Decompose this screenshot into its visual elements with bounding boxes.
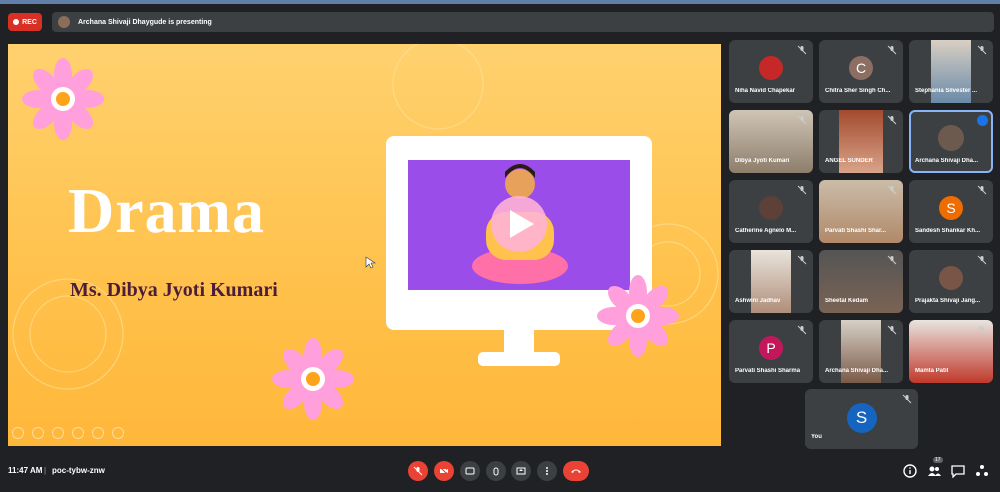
slide-tool-icon[interactable] <box>112 427 124 439</box>
presenter-banner: Archana Shivaji Dhaygude is presenting <box>52 12 994 32</box>
mic-off-icon <box>797 115 807 125</box>
slide-tool-icon[interactable] <box>92 427 104 439</box>
participant-name: Archana Shivaji Dha... <box>915 158 979 164</box>
participant-tile[interactable]: Prajakta Shivaji Jang... <box>909 250 993 313</box>
activities-icon[interactable] <box>975 464 989 478</box>
mic-off-icon <box>977 325 987 335</box>
participant-name: Mamta Patil <box>915 368 949 374</box>
mic-off-icon <box>887 255 897 265</box>
mic-off-icon <box>797 255 807 265</box>
participant-avatar: S <box>939 195 963 220</box>
participant-tile-active[interactable]: Archana Shivaji Dha... <box>909 110 993 173</box>
participant-name: Parvati Shashi Shar... <box>825 228 887 234</box>
mic-off-icon <box>977 45 987 55</box>
participant-photo <box>939 265 963 290</box>
participant-name: Sandesh Shankar Kh... <box>915 228 981 234</box>
participant-tile[interactable]: P Parvati Shashi Sharma <box>729 320 813 383</box>
mic-off-icon <box>887 325 897 335</box>
participant-avatar: P <box>759 335 783 360</box>
divider: | <box>44 466 47 475</box>
control-bar: 11:47 AM | poc-tybw-znw 17 <box>0 456 1000 492</box>
leave-call-button[interactable] <box>563 461 589 481</box>
participant-tile[interactable]: Sheetal Kedam <box>819 250 903 313</box>
participant-tile[interactable]: S Sandesh Shankar Kh... <box>909 180 993 243</box>
participant-name: Stephania Silvester ... <box>915 88 978 94</box>
captions-icon <box>465 467 475 475</box>
participant-tile[interactable]: C Chitra Sher Singh Ch... <box>819 40 903 103</box>
participant-name: Parvati Shashi Sharma <box>735 368 801 374</box>
self-name: You <box>811 434 822 440</box>
participant-avatar: C <box>849 55 873 80</box>
slide-tool-icon[interactable] <box>52 427 64 439</box>
present-icon <box>516 467 526 475</box>
participant-tile[interactable]: Mamta Patil <box>909 320 993 383</box>
participant-name: Prajakta Shivaji Jang... <box>915 298 981 304</box>
more-options-button[interactable] <box>537 461 557 481</box>
chat-icon[interactable] <box>951 464 965 478</box>
participant-tile[interactable]: Dibya Jyoti Kumari <box>729 110 813 173</box>
participants-count-badge: 17 <box>933 457 943 463</box>
presenter-avatar <box>58 16 70 28</box>
raise-hand-button[interactable] <box>486 461 506 481</box>
people-icon[interactable] <box>927 464 941 478</box>
mic-off-icon <box>887 45 897 55</box>
self-tile[interactable]: S You <box>805 389 918 449</box>
slide-tool-icon[interactable] <box>32 427 44 439</box>
rec-label: REC <box>22 18 37 26</box>
slide-subtitle: Ms. Dibya Jyoti Kumari <box>70 279 278 301</box>
info-icon[interactable] <box>903 464 917 478</box>
participant-name: ANGEL SUNDER <box>825 158 873 164</box>
participant-tile[interactable]: ANGEL SUNDER <box>819 110 903 173</box>
mic-off-icon <box>887 115 897 125</box>
participant-tile[interactable]: Parvati Shashi Shar... <box>819 180 903 243</box>
camera-toggle-button[interactable] <box>434 461 454 481</box>
mic-off-icon <box>797 325 807 335</box>
slide-tool-icon[interactable] <box>72 427 84 439</box>
camera-off-icon <box>439 466 449 476</box>
mic-off-icon <box>413 466 423 476</box>
participant-photo <box>759 55 783 80</box>
slide-toolbar[interactable] <box>12 427 124 439</box>
mic-off-icon <box>902 394 912 404</box>
participant-name: Niha Navid Chapekar <box>735 88 796 94</box>
self-avatar: S <box>846 402 877 433</box>
participant-tile[interactable]: Niha Navid Chapekar <box>729 40 813 103</box>
slide-title: Drama <box>68 175 265 246</box>
mic-off-icon <box>977 255 987 265</box>
participant-photo <box>759 195 783 220</box>
participant-photo <box>938 124 964 151</box>
participant-tile[interactable]: Ashwini Jadhav <box>729 250 813 313</box>
speaking-indicator-icon <box>977 115 988 126</box>
participant-name: Sheetal Kedam <box>825 298 869 304</box>
mic-off-icon <box>797 45 807 55</box>
participant-tile[interactable]: Archana Shivaji Dha... <box>819 320 903 383</box>
present-now-button[interactable] <box>511 461 531 481</box>
mic-toggle-button[interactable] <box>408 461 428 481</box>
participant-name: Dibya Jyoti Kumari <box>735 158 790 164</box>
participant-name: Catherine Agnelo M... <box>735 228 797 234</box>
captions-button[interactable] <box>460 461 480 481</box>
participant-tile[interactable]: Stephania Silvester ... <box>909 40 993 103</box>
clock: 11:47 AM <box>8 466 43 475</box>
raise-hand-icon <box>493 467 499 476</box>
presenting-text: Archana Shivaji Dhaygude is presenting <box>78 18 212 26</box>
slide-tool-icon[interactable] <box>12 427 24 439</box>
more-icon <box>546 467 548 475</box>
participant-name: Archana Shivaji Dha... <box>825 368 889 374</box>
mic-off-icon <box>797 185 807 195</box>
record-dot-icon <box>13 19 20 25</box>
participant-name: Ashwini Jadhav <box>735 298 781 304</box>
recording-badge[interactable]: REC <box>8 13 42 31</box>
participant-name: Chitra Sher Singh Ch... <box>825 88 891 94</box>
window-top-edge <box>0 0 1000 4</box>
meeting-code[interactable]: poc-tybw-znw <box>52 466 105 475</box>
end-call-icon <box>571 469 581 473</box>
participant-tile[interactable]: Catherine Agnelo M... <box>729 180 813 243</box>
presentation-stage[interactable]: Drama Ms. Dibya Jyoti Kumari <box>8 44 721 446</box>
mic-off-icon <box>887 185 897 195</box>
cursor-icon <box>365 256 376 269</box>
mic-off-icon <box>977 185 987 195</box>
